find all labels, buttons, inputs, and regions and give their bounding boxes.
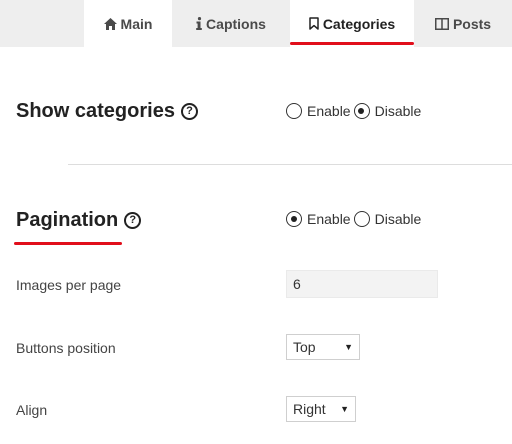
settings-tab-bar: Main Captions Categories Posts: [0, 0, 512, 47]
align-value: Right: [293, 401, 326, 417]
show-categories-radio-group: Enable Disable: [286, 103, 421, 119]
show-categories-title: Show categories: [16, 100, 175, 122]
radio-selected-icon: [353, 103, 370, 119]
images-per-page-label: Images per page: [16, 277, 122, 293]
radio-label-disable: Disable: [374, 211, 422, 227]
radio-label-enable: Enable: [307, 211, 351, 227]
dropdown-caret-icon: ▼: [344, 342, 353, 352]
radio-label-enable: Enable: [307, 103, 351, 119]
radio-label-disable: Disable: [374, 103, 422, 119]
pagination-disable-radio[interactable]: Disable: [353, 211, 422, 227]
help-icon[interactable]: ?: [180, 103, 198, 120]
buttons-position-value: Top: [293, 339, 316, 355]
align-label: Align: [16, 402, 48, 418]
show-categories-heading: Show categories ?: [16, 100, 198, 123]
buttons-position-label: Buttons position: [16, 340, 116, 356]
columns-icon: [434, 17, 449, 30]
pagination-heading: Pagination ?: [16, 209, 142, 232]
radio-circle-icon: [286, 103, 302, 119]
active-tab-indicator: [290, 42, 414, 45]
tab-captions[interactable]: Captions: [172, 0, 290, 47]
pagination-title: Pagination: [16, 209, 119, 231]
bookmark-icon: [309, 17, 319, 30]
tab-posts[interactable]: Posts: [414, 0, 512, 47]
pagination-title-underline: [14, 242, 122, 245]
buttons-position-select[interactable]: Top ▼: [286, 334, 360, 360]
tab-posts-label: Posts: [452, 15, 492, 32]
info-icon: [196, 17, 202, 30]
dropdown-caret-icon: ▼: [340, 404, 349, 414]
show-categories-disable-radio[interactable]: Disable: [353, 103, 422, 119]
align-select[interactable]: Right ▼: [286, 396, 356, 422]
pagination-enable-radio[interactable]: Enable: [286, 211, 351, 227]
section-divider: [68, 164, 512, 165]
pagination-radio-group: Enable Disable: [286, 211, 421, 227]
radio-selected-icon: [286, 211, 302, 227]
radio-circle-icon: [353, 211, 370, 227]
images-per-page-input[interactable]: 6: [286, 270, 438, 298]
tab-categories-label: Categories: [322, 15, 396, 32]
show-categories-enable-radio[interactable]: Enable: [286, 103, 351, 119]
home-icon: [103, 17, 117, 30]
help-icon[interactable]: ?: [124, 212, 142, 229]
tab-captions-label: Captions: [206, 15, 266, 32]
tab-categories[interactable]: Categories: [290, 0, 414, 47]
tab-main-label: Main: [120, 15, 153, 32]
tab-main[interactable]: Main: [84, 0, 172, 47]
